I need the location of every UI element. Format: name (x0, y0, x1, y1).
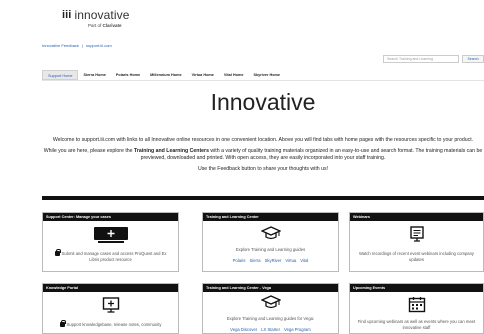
presentation-board-icon (409, 226, 424, 242)
intro-feedback: Use the Feedback button to share your th… (197, 166, 329, 172)
card-description: Submit and manage cases and access ProQu… (43, 248, 178, 263)
tab-vital-home[interactable]: Vital Home (219, 70, 249, 80)
card-description: Explore Training and Learning guides for… (226, 316, 315, 321)
card-title: Upcoming Events (350, 284, 483, 292)
monitor-plus-icon (102, 297, 119, 313)
intro-training-lead: While you are here, please explore the (43, 148, 135, 154)
lock-icon (59, 319, 66, 328)
card-description-text: Support knowledgebase, release notes, co… (66, 322, 162, 327)
link-polaris[interactable]: Polaris (233, 258, 246, 263)
breadcrumb-feedback-link[interactable]: Innovative Feedback (42, 43, 79, 48)
lock-icon (54, 248, 61, 257)
training-product-links: Polaris Sierra SkyRiver Virtua Vital (203, 258, 338, 263)
intro-training-centers: Training and Learning Centers (134, 148, 209, 154)
tab-support-home[interactable]: Support Home (42, 70, 79, 80)
breadcrumb-separator: | (81, 43, 83, 48)
training-vega-card[interactable]: Training and Learning Center - Vega Expl… (202, 283, 339, 334)
link-vega-program[interactable]: Vega Program (284, 327, 311, 332)
breadcrumb: Innovative Feedback | support.iii.com (42, 43, 112, 48)
tab-millennium-home[interactable]: Millennium Home (145, 70, 186, 80)
graduation-cap-icon (260, 226, 281, 240)
search-button[interactable]: Search (462, 55, 484, 63)
innovative-logo[interactable]: iii innovative Part of Clarivate (62, 8, 130, 28)
webinars-card[interactable]: Webinars Watch recordings of recent even… (349, 212, 484, 272)
terminal-plus-icon (93, 227, 128, 243)
logo-name: innovative (74, 8, 130, 22)
intro-text: Welcome to support.iii.com with links to… (42, 137, 484, 177)
tab-divider (42, 80, 484, 81)
card-description: Watch recordings of recent event webinar… (358, 251, 475, 262)
card-description: Find upcoming webinars as well as events… (357, 319, 476, 330)
knowledge-portal-card[interactable]: Knowledge Portal Support knowledgebase, … (42, 283, 179, 334)
card-description-text: Submit and manage cases and access ProQu… (61, 251, 167, 262)
product-tabs: Support Home Sierra Home Polaris Home Mi… (42, 70, 285, 80)
card-title: Knowledge Portal (43, 284, 178, 292)
graduation-cap-icon (260, 295, 281, 309)
link-virtua[interactable]: Virtua (285, 258, 296, 263)
intro-training: While you are here, please explore the T… (42, 148, 484, 162)
vega-product-links: Vega Discover LX Starter Vega Program (203, 327, 338, 332)
logo-sub-company: Clarivate (102, 23, 122, 28)
section-divider (42, 196, 484, 200)
logo-subtitle: Part of Clarivate (88, 23, 130, 28)
intro-welcome: Welcome to support.iii.com with links to… (52, 137, 474, 143)
logo-sub-prefix: Part of (88, 23, 103, 28)
support-center-card[interactable]: Support Center: Manage your cases Submit… (42, 212, 179, 272)
link-lx-starter[interactable]: LX Starter (261, 327, 280, 332)
support-home-page: iii innovative Part of Clarivate Innovat… (12, 0, 484, 334)
search-input[interactable]: Search Training and Learning (383, 55, 459, 63)
link-vital[interactable]: Vital (300, 258, 308, 263)
upcoming-events-card[interactable]: Upcoming Events Find upcoming webinars a… (349, 283, 484, 334)
card-title: Webinars (350, 213, 483, 221)
card-description: Explore Training and Learning guides (235, 247, 306, 252)
card-title: Training and Learning Center - Vega (203, 284, 338, 292)
tab-sierra-home[interactable]: Sierra Home (78, 70, 110, 80)
card-title: Training and Learning Center (203, 213, 338, 221)
logo-mark-icon: iii (62, 9, 72, 21)
tab-skyriver-home[interactable]: Skyriver Home (248, 70, 285, 80)
link-sierra[interactable]: Sierra (249, 258, 260, 263)
page-title: Innovative (210, 89, 316, 115)
training-center-card[interactable]: Training and Learning Center Explore Tra… (202, 212, 339, 272)
link-skyriver[interactable]: SkyRiver (265, 258, 282, 263)
calendar-icon (408, 297, 425, 313)
tab-virtua-home[interactable]: Virtua Home (187, 70, 219, 80)
breadcrumb-site-link[interactable]: support.iii.com (86, 43, 112, 48)
tab-polaris-home[interactable]: Polaris Home (111, 70, 145, 80)
card-description: Support knowledgebase, release notes, co… (43, 319, 178, 328)
card-title: Support Center: Manage your cases (43, 213, 178, 221)
link-vega-discover[interactable]: Vega Discover (230, 327, 257, 332)
